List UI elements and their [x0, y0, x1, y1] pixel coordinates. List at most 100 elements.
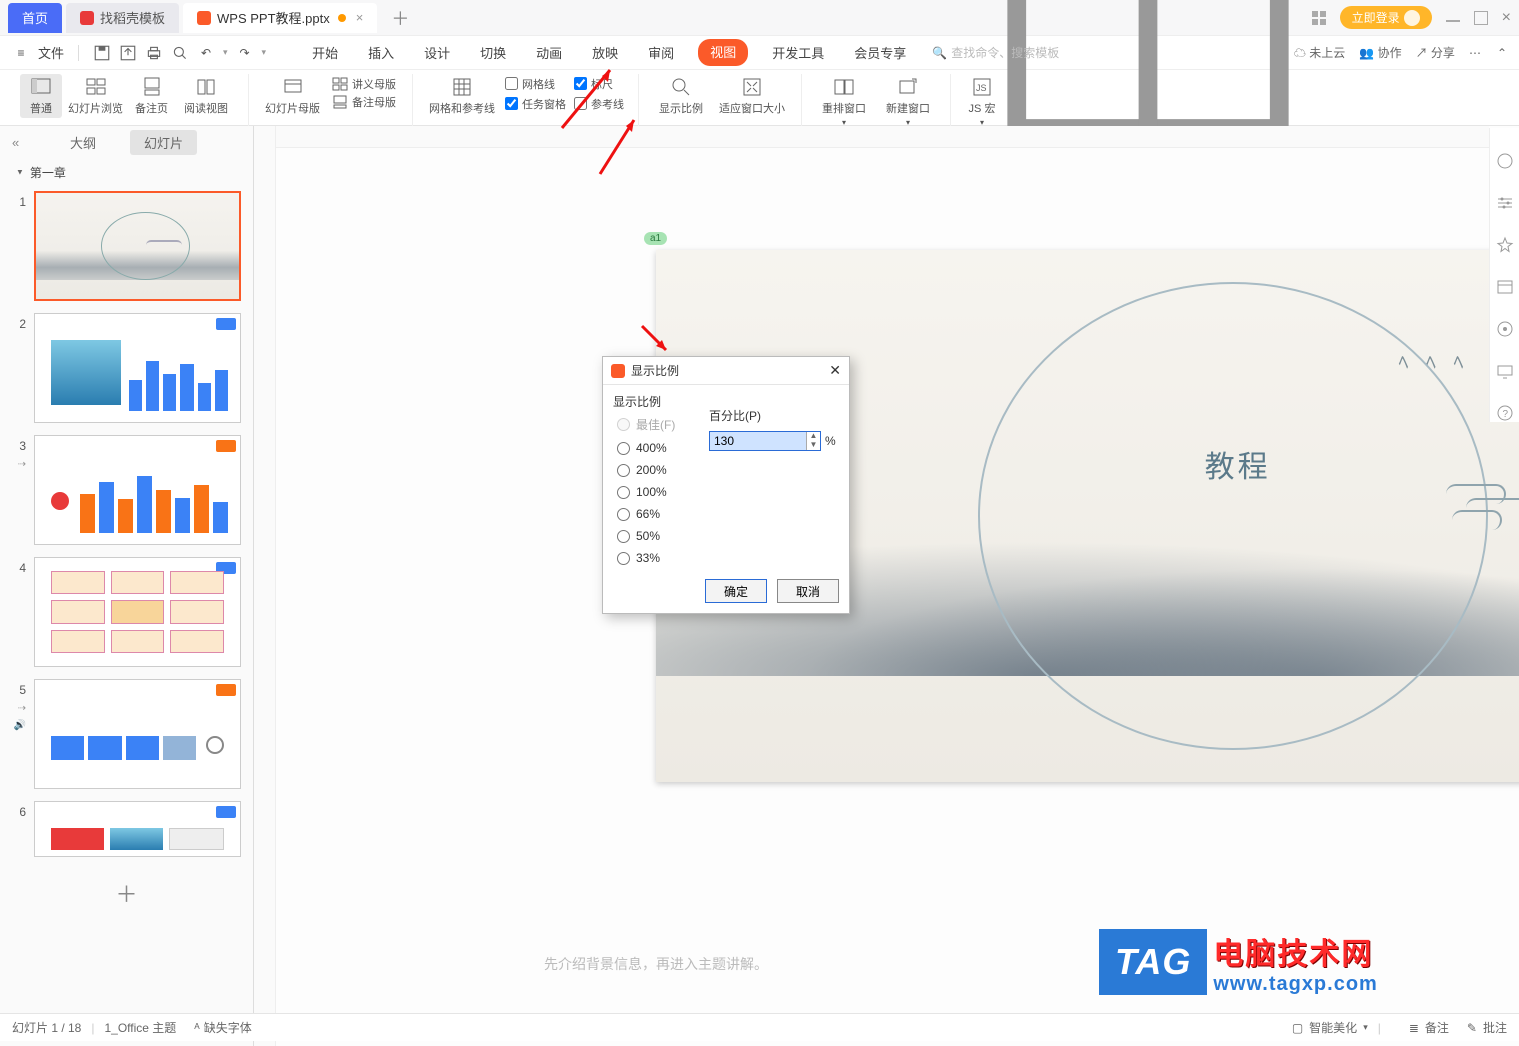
cloud-status[interactable]: ☁ 未上云: [1294, 44, 1345, 61]
collapse-ribbon-icon[interactable]: ⌃: [1497, 46, 1507, 60]
missing-font-button[interactable]: ᴬ缺失字体: [194, 1019, 251, 1036]
ai-assist-icon[interactable]: [1496, 152, 1514, 170]
ribbon-tab-animation[interactable]: 动画: [530, 39, 568, 66]
ribbon-tab-transition[interactable]: 切换: [474, 39, 512, 66]
help-icon[interactable]: ?: [1496, 404, 1514, 422]
chk-ruler[interactable]: 标尺: [574, 76, 624, 92]
undo-dropdown-icon[interactable]: ▾: [223, 47, 228, 58]
chk-guides[interactable]: 参考线: [574, 96, 624, 112]
transition-icon: ⇢: [18, 459, 26, 470]
tab-templates[interactable]: 找稻壳模板: [66, 3, 179, 33]
save-icon[interactable]: [93, 44, 111, 62]
new-window-button[interactable]: 新建窗口▾: [876, 74, 940, 129]
style-icon[interactable]: [1496, 236, 1514, 254]
command-search[interactable]: 🔍 查找命令、搜索模板: [932, 44, 1059, 61]
file-menu[interactable]: 文件: [38, 43, 64, 62]
svg-text:JS: JS: [976, 83, 987, 93]
material-icon[interactable]: [1496, 320, 1514, 338]
js-macro-button[interactable]: JSJS 宏▾: [961, 74, 1003, 129]
share-button[interactable]: ↗ 分享: [1416, 44, 1455, 61]
notes-placeholder[interactable]: 先介绍背景信息，再进入主题讲解。: [538, 952, 1489, 976]
tab-home[interactable]: 首页: [8, 3, 62, 33]
add-slide-button[interactable]: ＋: [12, 869, 241, 917]
chapter-header[interactable]: 第一章: [0, 154, 253, 191]
window-maximize-icon[interactable]: [1474, 11, 1488, 25]
search-placeholder: 查找命令、搜索模板: [951, 44, 1059, 61]
radio-100[interactable]: 100%: [617, 485, 839, 499]
handout-master-button[interactable]: 讲义母版: [332, 76, 396, 92]
grid-guides-button[interactable]: 网格和参考线: [423, 74, 501, 118]
status-slide-count: 幻灯片 1 / 18: [12, 1019, 81, 1036]
ribbon-tab-design[interactable]: 设计: [418, 39, 456, 66]
view-notes-button[interactable]: 备注页: [129, 74, 174, 118]
slide-thumb-3[interactable]: 3⇢: [12, 435, 241, 545]
notes-master-button[interactable]: 备注母版: [332, 94, 396, 110]
dialog-close-icon[interactable]: ✕: [829, 362, 841, 379]
redo-icon[interactable]: ↷: [236, 44, 254, 62]
tab-current-file[interactable]: WPS PPT教程.pptx ×: [183, 3, 377, 33]
ribbon-tab-devtools[interactable]: 开发工具: [766, 39, 830, 66]
sorter-icon: [85, 76, 107, 98]
cancel-button[interactable]: 取消: [777, 579, 839, 603]
slide-thumb-1[interactable]: 1: [12, 191, 241, 301]
slide-master-button[interactable]: 幻灯片母版: [259, 74, 326, 118]
arrange-icon: [833, 76, 855, 98]
percent-spinner[interactable]: ▲▼: [709, 431, 821, 451]
zoom-button[interactable]: 显示比例: [649, 74, 713, 118]
export-icon[interactable]: [119, 44, 137, 62]
redo-dropdown-icon[interactable]: ▾: [262, 47, 267, 58]
unsaved-dot-icon: [338, 14, 346, 22]
fit-window-button[interactable]: 适应窗口大小: [713, 74, 791, 118]
login-button[interactable]: 立即登录: [1340, 6, 1432, 29]
cooperate-button[interactable]: 👥 协作: [1359, 44, 1401, 61]
arrange-windows-button[interactable]: 重排窗口▾: [812, 74, 876, 129]
slide-thumb-5[interactable]: 5⇢🔊: [12, 679, 241, 789]
menu-icon[interactable]: ≡: [12, 44, 30, 62]
ok-button[interactable]: 确定: [705, 579, 767, 603]
window-minimize-icon[interactable]: [1446, 20, 1460, 22]
ribbon-tab-review[interactable]: 审阅: [642, 39, 680, 66]
ribbon-tab-start[interactable]: 开始: [306, 39, 344, 66]
slide-thumb-2[interactable]: 2: [12, 313, 241, 423]
radio-66[interactable]: 66%: [617, 507, 839, 521]
ribbon-tab-slideshow[interactable]: 放映: [586, 39, 624, 66]
status-notes-button[interactable]: ≣备注: [1409, 1019, 1449, 1036]
view-normal-button[interactable]: 普通: [20, 74, 62, 118]
teach-icon[interactable]: [1496, 362, 1514, 380]
ribbon-tabs: 开始 插入 设计 切换 动画 放映 审阅 视图 开发工具 会员专享: [306, 39, 912, 66]
grid-icon: [451, 76, 473, 98]
undo-icon[interactable]: ↶: [197, 44, 215, 62]
status-comments-button[interactable]: ✎批注: [1467, 1019, 1507, 1036]
status-theme[interactable]: 1_Office 主题: [104, 1019, 176, 1036]
notes-icon: ≣: [1409, 1021, 1419, 1035]
radio-33[interactable]: 33%: [617, 551, 839, 565]
view-sorter-button[interactable]: 幻灯片浏览: [62, 74, 129, 118]
chk-gridlines[interactable]: 网格线: [505, 76, 566, 92]
more-menu-icon[interactable]: ⋯: [1469, 46, 1483, 60]
ribbon-tab-insert[interactable]: 插入: [362, 39, 400, 66]
slide-thumb-4[interactable]: 4: [12, 557, 241, 667]
percent-label: 百分比(P): [709, 407, 761, 424]
tab-close-icon[interactable]: ×: [356, 10, 364, 25]
window-close-icon[interactable]: ×: [1502, 9, 1511, 27]
collapse-panel-icon[interactable]: «: [12, 135, 19, 150]
slides-tab[interactable]: 幻灯片: [130, 130, 197, 155]
spinner-down-icon[interactable]: ▼: [807, 441, 820, 450]
view-reading-button[interactable]: 阅读视图: [174, 74, 238, 118]
new-tab-button[interactable]: ＋: [381, 3, 419, 33]
chk-taskpane[interactable]: 任务窗格: [505, 96, 566, 112]
js-macro-icon: JS: [971, 76, 993, 98]
app-grid-icon[interactable]: [1312, 11, 1326, 25]
print-preview-icon[interactable]: [171, 44, 189, 62]
smart-beautify-button[interactable]: ▢智能美化▾: [1292, 1019, 1368, 1036]
slide-thumb-6[interactable]: 6: [12, 801, 241, 857]
percent-input[interactable]: [710, 432, 806, 450]
radio-50[interactable]: 50%: [617, 529, 839, 543]
radio-200[interactable]: 200%: [617, 463, 839, 477]
settings-slider-icon[interactable]: [1496, 194, 1514, 212]
print-icon[interactable]: [145, 44, 163, 62]
ribbon-tab-view[interactable]: 视图: [698, 39, 748, 66]
ribbon-tab-member[interactable]: 会员专享: [848, 39, 912, 66]
template-icon[interactable]: [1496, 278, 1514, 296]
outline-tab[interactable]: 大纲: [56, 130, 110, 155]
